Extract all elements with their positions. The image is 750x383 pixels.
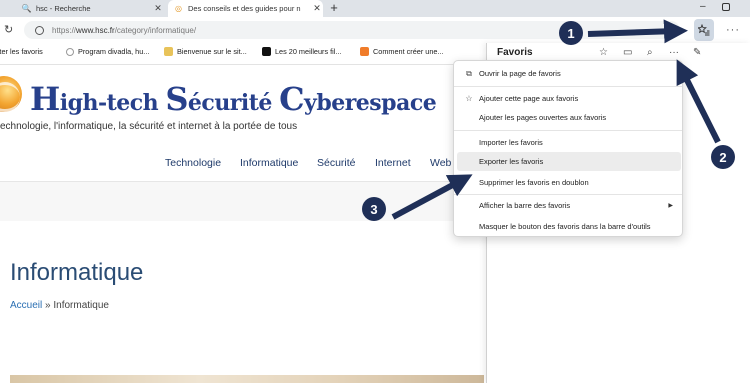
site-logo-icon: ◎ [175, 4, 182, 13]
menu-item-add-page[interactable]: ☆ Ajouter cette page aux favoris [457, 89, 681, 108]
new-tab-button[interactable]: + [327, 0, 341, 17]
search-icon[interactable]: ⌕ [647, 47, 653, 58]
star-list-icon [698, 24, 710, 36]
menu-item-add-open-pages[interactable]: Ajouter les pages ouvertes aux favoris [457, 108, 681, 127]
close-tab-icon[interactable]: ✕ [152, 3, 164, 14]
bookmark-item[interactable]: Comment créer une... [360, 47, 444, 56]
breadcrumb: Accueil » Informatique [10, 300, 109, 311]
featured-image[interactable] [10, 375, 484, 383]
bookmark-item[interactable]: Bienvenue sur le sit... [164, 47, 247, 56]
add-favorite-icon[interactable]: ☆ [599, 47, 608, 58]
site-logo-globe[interactable] [0, 76, 22, 112]
bookmark-item[interactable]: Les 20 meilleurs fil... [262, 47, 342, 56]
nav-link-technologie[interactable]: Technologie [165, 157, 221, 169]
menu-item-import-favorites[interactable]: Importer les favoris [457, 133, 681, 152]
nav-link-internet[interactable]: Internet [375, 157, 411, 169]
page-title: Informatique [10, 259, 144, 286]
tab-active[interactable]: ◎ Des conseils et des guides pour n ✕ [168, 0, 323, 17]
refresh-icon[interactable]: ↻ [4, 23, 13, 36]
minimize-icon[interactable]: – [700, 1, 706, 12]
star-plus-icon: ☆ [465, 94, 473, 103]
restore-icon[interactable] [722, 3, 730, 11]
site-tagline: echnologie, l'informatique, la sécurité … [0, 121, 298, 132]
bookmark-icon [164, 47, 173, 56]
callout-badge-3: 3 [362, 197, 386, 221]
nav-link-web[interactable]: Web [430, 157, 451, 169]
tab-label: Des conseils et des guides pour n [188, 4, 301, 13]
close-tab-icon[interactable]: ✕ [311, 3, 323, 14]
favorites-button[interactable] [694, 19, 714, 41]
nav-link-informatique[interactable]: Informatique [240, 157, 298, 169]
nav-link-securite[interactable]: Sécurité [317, 157, 356, 169]
tab-search[interactable]: 🔍 hsc - Recherche ✕ [16, 0, 164, 17]
search-icon: 🔍 [21, 4, 32, 13]
more-options-icon[interactable]: ··· [726, 24, 740, 36]
menu-item-hide-favorites-button[interactable]: Masquer le bouton des favoris dans la ba… [457, 217, 681, 236]
tab-label: hsc - Recherche [36, 4, 91, 13]
url-text: https://www.hsc.fr/category/informatique… [52, 25, 197, 35]
callout-badge-2: 2 [711, 145, 735, 169]
favorites-panel-title: Favoris [497, 47, 533, 58]
chevron-right-icon: ▶ [668, 203, 673, 209]
breadcrumb-home-link[interactable]: Accueil [10, 300, 42, 311]
menu-divider [454, 86, 682, 87]
more-options-icon[interactable]: ··· [669, 47, 679, 58]
bookmark-icon [66, 47, 74, 56]
menu-item-remove-duplicates[interactable]: Supprimer les favoris en doublon [457, 173, 681, 192]
bookmark-item[interactable]: rter les favoris [0, 47, 43, 56]
bookmark-icon [262, 47, 271, 56]
favorites-more-menu: ⧉ Ouvrir la page de favoris ☆ Ajouter cett… [453, 60, 683, 237]
menu-divider [454, 194, 682, 195]
bookmark-icon [360, 47, 369, 56]
site-info-icon[interactable] [35, 25, 44, 35]
callout-badge-1: 1 [559, 21, 583, 45]
menu-divider [454, 130, 682, 131]
menu-item-open-favorites-page[interactable]: ⧉ Ouvrir la page de favoris [457, 64, 681, 83]
open-external-icon: ⧉ [466, 68, 472, 78]
tab-strip: 🔍 hsc - Recherche ✕ ◎ Des conseils et de… [0, 0, 750, 17]
site-logo-title[interactable]: High-tech Sécurité Cyberespace [30, 80, 437, 118]
add-folder-icon[interactable]: ▭ [623, 47, 632, 58]
navigation-bar: ↻ https://www.hsc.fr/category/informatiq… [0, 17, 750, 43]
menu-item-show-favorites-bar[interactable]: Afficher la barre des favoris ▶ [457, 196, 681, 215]
menu-item-export-favorites[interactable]: Exporter les favoris [457, 152, 681, 171]
bookmark-item[interactable]: Program divadla, hu... [66, 47, 149, 56]
pin-icon[interactable]: ✎ [693, 47, 701, 58]
